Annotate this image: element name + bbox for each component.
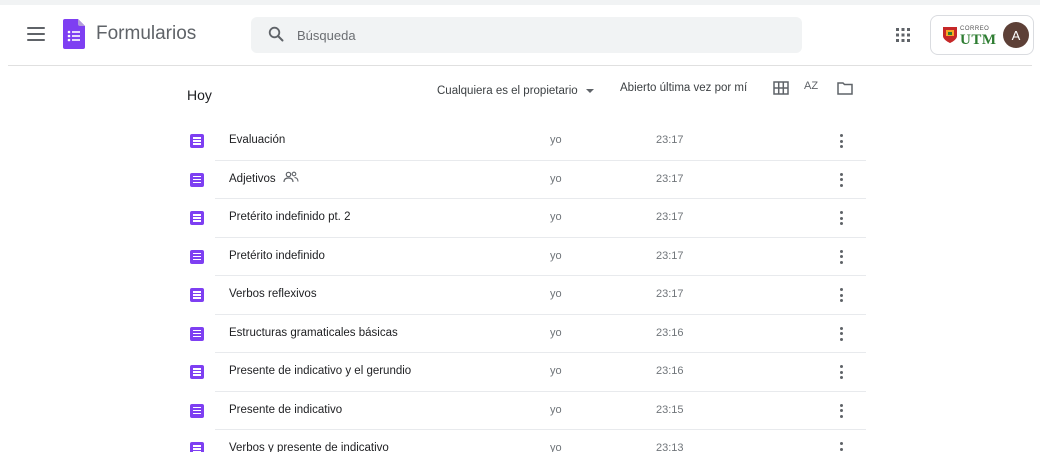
forms-list: Evaluación yo 23:17 Adjetivos yo 23:17 Pretéri… [170, 122, 866, 452]
form-last-opened: 23:16 [656, 365, 684, 377]
list-item[interactable]: Verbos y presente de indicativo yo 23:13 [170, 430, 866, 452]
sort-by-last-opened[interactable]: Abierto última vez por mí [620, 82, 747, 94]
search-icon[interactable] [268, 26, 284, 42]
form-last-opened: 23:17 [656, 134, 684, 146]
form-doc-icon [190, 211, 204, 225]
more-options-icon[interactable] [834, 286, 848, 304]
form-title: Evaluación [229, 134, 285, 146]
org-name: UTM [960, 32, 997, 48]
form-last-opened: 23:17 [656, 211, 684, 223]
apps-grid-icon[interactable] [894, 26, 912, 44]
list-item[interactable]: Pretérito indefinido pt. 2 yo 23:17 [170, 199, 866, 238]
sort-az-label: AZ [804, 80, 819, 92]
form-title: Pretérito indefinido pt. 2 [229, 211, 350, 223]
form-title-text: Presente de indicativo y el gerundio [229, 365, 412, 377]
more-options-icon[interactable] [834, 402, 848, 420]
forms-logo-icon[interactable] [63, 19, 85, 49]
form-owner: yo [550, 211, 562, 223]
list-item[interactable]: Pretérito indefinido yo 23:17 [170, 238, 866, 276]
header-divider [8, 65, 1032, 66]
form-last-opened: 23:15 [656, 403, 684, 416]
form-owner: yo [550, 134, 562, 146]
main-menu-button[interactable] [27, 27, 45, 41]
owner-filter-label: Cualquiera es el propietario [437, 85, 578, 97]
form-doc-icon [190, 134, 204, 148]
form-title-text: Verbos y presente de indicativo [229, 442, 389, 452]
shared-people-icon [283, 171, 299, 182]
org-logo: CORREO UTM [943, 25, 997, 48]
list-item[interactable]: Adjetivos yo 23:17 [170, 161, 866, 199]
form-doc-icon [190, 403, 204, 418]
form-title: Verbos y presente de indicativo [229, 442, 389, 452]
form-title-text: Evaluación [229, 134, 286, 146]
form-last-opened: 23:13 [656, 442, 684, 452]
grid-view-icon[interactable] [773, 81, 789, 95]
form-last-opened: 23:17 [656, 288, 684, 300]
more-options-icon[interactable] [834, 209, 848, 227]
owner-filter-dropdown[interactable]: Cualquiera es el propietario [437, 82, 594, 100]
form-doc-icon [190, 249, 204, 264]
folder-icon[interactable] [837, 81, 853, 95]
form-doc-icon [190, 442, 204, 452]
form-owner: yo [550, 249, 562, 262]
menu-icon-bar [27, 33, 45, 35]
more-options-icon[interactable] [834, 132, 848, 150]
app-header: Formularios CORREO UTM A [0, 5, 1040, 65]
section-title: Hoy [187, 87, 212, 103]
list-header: Hoy Cualquiera es el propietario Abierto… [170, 72, 870, 112]
more-options-icon[interactable] [834, 363, 848, 381]
more-options-icon[interactable] [834, 248, 848, 266]
form-owner: yo [550, 403, 562, 416]
form-title: Adjetivos [229, 171, 299, 185]
search-bar[interactable] [251, 17, 802, 53]
form-title: Verbos reflexivos [229, 288, 317, 300]
form-owner: yo [550, 365, 562, 377]
avatar[interactable]: A [1003, 22, 1029, 48]
caret-down-icon [585, 89, 594, 93]
form-owner: yo [550, 442, 562, 452]
form-doc-icon [190, 326, 204, 341]
list-item[interactable]: Verbos reflexivos yo 23:17 [170, 276, 866, 315]
form-owner: yo [550, 288, 562, 300]
form-last-opened: 23:17 [656, 249, 684, 262]
form-doc-icon [190, 365, 204, 379]
search-input[interactable] [297, 25, 777, 45]
form-title: Presente de indicativo y el gerundio [229, 365, 411, 377]
list-item[interactable]: Presente de indicativo y el gerundio yo 23… [170, 353, 866, 392]
form-doc-icon [190, 172, 204, 187]
org-crest-icon [943, 27, 957, 43]
more-options-icon[interactable] [834, 325, 848, 343]
menu-icon-bar [27, 39, 45, 41]
form-owner: yo [550, 172, 562, 185]
form-title: Presente de indicativo [229, 404, 342, 416]
form-title-text: Pretérito indefinido [229, 249, 325, 262]
more-options-icon[interactable] [834, 171, 848, 189]
form-title-text: Adjetivos [229, 172, 276, 185]
form-doc-icon [190, 288, 204, 302]
list-item[interactable]: Evaluación yo 23:17 [170, 122, 866, 161]
form-title-text: Estructuras gramaticales básicas [229, 326, 398, 339]
sort-az-icon[interactable]: AZ [804, 80, 822, 98]
list-item[interactable]: Presente de indicativo yo 23:15 [170, 392, 866, 430]
form-title-text: Verbos reflexivos [229, 288, 317, 300]
form-title: Pretérito indefinido [229, 250, 325, 262]
account-switcher[interactable]: CORREO UTM A [930, 15, 1034, 55]
form-title-text: Presente de indicativo [229, 403, 343, 416]
menu-icon-bar [27, 27, 45, 29]
form-last-opened: 23:16 [656, 326, 684, 339]
more-options-icon[interactable] [834, 440, 848, 452]
form-title: Estructuras gramaticales básicas [229, 327, 398, 339]
app-title[interactable]: Formularios [96, 23, 196, 45]
list-item[interactable]: Estructuras gramaticales básicas yo 23:16 [170, 315, 866, 353]
form-last-opened: 23:17 [656, 172, 684, 185]
form-title-text: Pretérito indefinido pt. 2 [229, 211, 351, 223]
form-owner: yo [550, 326, 562, 339]
